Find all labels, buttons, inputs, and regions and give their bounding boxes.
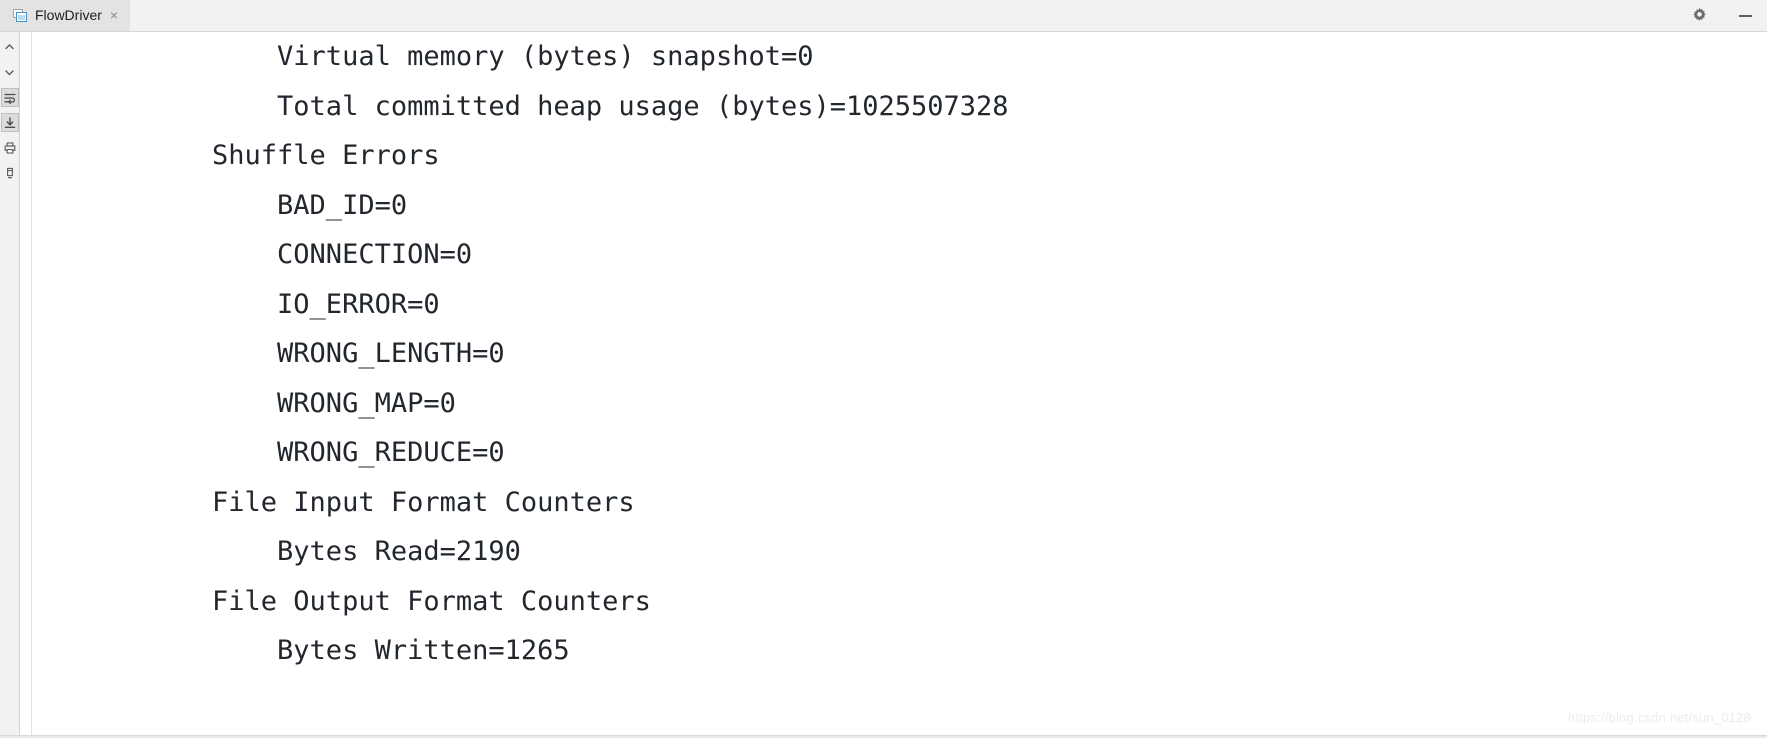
console-line: WRONG_REDUCE=0 xyxy=(147,437,505,468)
console-line: Total committed heap usage (bytes)=10255… xyxy=(147,90,1009,122)
console-line: CONNECTION=0 xyxy=(147,239,473,270)
console-gutter xyxy=(20,32,32,738)
console-line: BAD_ID=0 xyxy=(147,189,408,221)
console-body: Virtual memory (bytes) snapshot=0 Total … xyxy=(0,32,1767,738)
console-line: IO_ERROR=0 xyxy=(147,288,440,320)
console-side-toolbar xyxy=(0,32,20,738)
watermark: https://blog.csdn.net/sun_0128 xyxy=(1567,710,1751,725)
tab-bar-spacer xyxy=(130,0,1689,31)
print-icon[interactable] xyxy=(1,138,19,157)
scroll-to-end-icon[interactable] xyxy=(0,113,19,132)
console-line: WRONG_MAP=0 xyxy=(147,387,456,419)
scroll-down-icon[interactable] xyxy=(1,63,19,82)
window-controls xyxy=(1689,0,1767,31)
console-line: Bytes Read=2190 xyxy=(147,536,521,567)
console-line: Bytes Written=1265 xyxy=(147,635,570,666)
console-line: Virtual memory (bytes) snapshot=0 xyxy=(147,41,814,72)
console-line: File Output Format Counters xyxy=(147,585,651,617)
console-line: File Input Format Counters xyxy=(147,486,635,518)
console-line: WRONG_LENGTH=0 xyxy=(147,338,505,369)
console-window: FlowDriver × Virtual memory (bytes) snap… xyxy=(0,0,1767,738)
minimize-icon[interactable] xyxy=(1735,6,1755,26)
tab-flowdriver[interactable]: FlowDriver × xyxy=(0,0,131,31)
console-output[interactable]: Virtual memory (bytes) snapshot=0 Total … xyxy=(32,32,1767,738)
close-icon[interactable]: × xyxy=(109,8,119,24)
console-line: Shuffle Errors xyxy=(147,140,440,171)
tab-bar: FlowDriver × xyxy=(0,0,1767,32)
soft-wrap-icon[interactable] xyxy=(0,88,19,107)
console-line-list: Virtual memory (bytes) snapshot=0 Total … xyxy=(147,32,1767,676)
console-window-icon xyxy=(13,8,28,23)
gear-icon[interactable] xyxy=(1689,6,1709,26)
scroll-up-icon[interactable] xyxy=(1,38,19,57)
clear-all-icon[interactable] xyxy=(1,163,19,182)
tab-label: FlowDriver xyxy=(35,7,102,23)
